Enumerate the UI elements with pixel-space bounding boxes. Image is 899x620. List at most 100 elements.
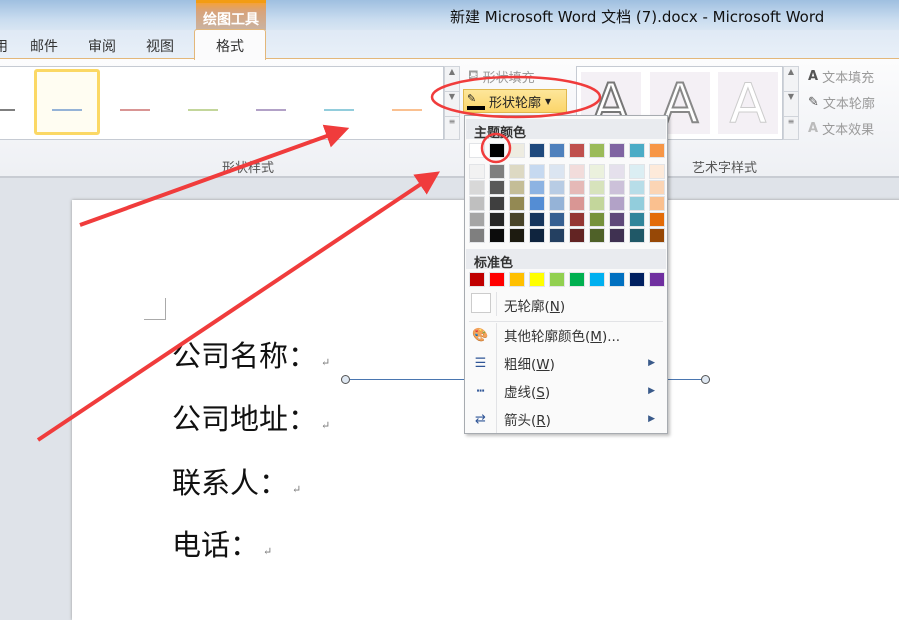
theme-shade-swatch[interactable]: [629, 212, 645, 227]
wordart-more[interactable]: ≡: [783, 116, 799, 140]
theme-shade-swatch[interactable]: [609, 196, 625, 211]
line-handle-start[interactable]: [341, 375, 350, 384]
theme-shade-swatch[interactable]: [649, 196, 665, 211]
theme-shade-swatch[interactable]: [649, 180, 665, 195]
theme-shade-swatch[interactable]: [549, 196, 565, 211]
shape-style-line-7[interactable]: [392, 109, 422, 111]
theme-shade-swatch[interactable]: [589, 212, 605, 227]
more-outline-colors-item[interactable]: 🎨 其他轮廓颜色(M)...: [465, 322, 667, 348]
shape-style-line-4[interactable]: [188, 109, 218, 111]
theme-color-swatch[interactable]: [509, 143, 525, 158]
gallery-scroll-down[interactable]: ▼: [444, 91, 460, 117]
theme-shade-swatch[interactable]: [469, 180, 485, 195]
standard-color-swatch[interactable]: [469, 272, 485, 287]
theme-color-swatch[interactable]: [529, 143, 545, 158]
theme-shade-swatch[interactable]: [609, 212, 625, 227]
wordart-scroll-up[interactable]: ▲: [783, 66, 799, 92]
theme-shade-swatch[interactable]: [649, 228, 665, 243]
standard-color-swatch[interactable]: [529, 272, 545, 287]
theme-shade-swatch[interactable]: [649, 164, 665, 179]
theme-shade-swatch[interactable]: [509, 180, 525, 195]
shape-style-line-5[interactable]: [256, 109, 286, 111]
theme-shade-swatch[interactable]: [549, 180, 565, 195]
theme-shade-swatch[interactable]: [529, 228, 545, 243]
theme-shade-swatch[interactable]: [549, 164, 565, 179]
text-effects-button[interactable]: A 文本效果: [808, 119, 874, 138]
theme-color-swatch[interactable]: [469, 143, 485, 158]
theme-shade-swatch[interactable]: [469, 196, 485, 211]
theme-shade-swatch[interactable]: [469, 164, 485, 179]
theme-shade-swatch[interactable]: [489, 164, 505, 179]
tab-format[interactable]: 格式: [194, 29, 266, 60]
standard-color-swatch[interactable]: [649, 272, 665, 287]
theme-shade-swatch[interactable]: [529, 164, 545, 179]
theme-shade-swatch[interactable]: [469, 212, 485, 227]
theme-color-swatch[interactable]: [629, 143, 645, 158]
theme-shade-swatch[interactable]: [629, 228, 645, 243]
theme-shade-swatch[interactable]: [489, 196, 505, 211]
theme-shade-swatch[interactable]: [529, 180, 545, 195]
line-handle-end[interactable]: [701, 375, 710, 384]
theme-shade-swatch[interactable]: [629, 180, 645, 195]
theme-shade-swatch[interactable]: [589, 196, 605, 211]
theme-color-swatch[interactable]: [569, 143, 585, 158]
standard-color-swatch[interactable]: [489, 272, 505, 287]
theme-shade-swatch[interactable]: [469, 228, 485, 243]
theme-shade-swatch[interactable]: [489, 212, 505, 227]
theme-shade-swatch[interactable]: [489, 228, 505, 243]
gallery-scroll-up[interactable]: ▲: [444, 66, 460, 92]
theme-shade-swatch[interactable]: [589, 180, 605, 195]
theme-color-swatch[interactable]: [489, 143, 505, 158]
theme-shade-swatch[interactable]: [509, 228, 525, 243]
theme-shade-swatch[interactable]: [569, 180, 585, 195]
text-outline-button[interactable]: ✎ 文本轮廓: [808, 93, 875, 112]
no-outline-item[interactable]: 无轮廓(N): [465, 292, 667, 318]
theme-color-swatch[interactable]: [649, 143, 665, 158]
shape-fill-button[interactable]: ⛾ 形状填充: [468, 67, 535, 86]
theme-shade-swatch[interactable]: [569, 164, 585, 179]
standard-color-swatch[interactable]: [629, 272, 645, 287]
theme-shade-swatch[interactable]: [649, 212, 665, 227]
standard-color-swatch[interactable]: [509, 272, 525, 287]
theme-shade-swatch[interactable]: [609, 164, 625, 179]
theme-shade-swatch[interactable]: [509, 212, 525, 227]
gallery-more[interactable]: ≡: [444, 116, 460, 140]
theme-shade-swatch[interactable]: [509, 196, 525, 211]
theme-shade-swatch[interactable]: [609, 180, 625, 195]
standard-color-swatch[interactable]: [569, 272, 585, 287]
selected-style-highlight[interactable]: [34, 69, 100, 135]
standard-color-swatch[interactable]: [589, 272, 605, 287]
text-fill-button[interactable]: A 文本填充: [808, 67, 874, 86]
standard-color-swatch[interactable]: [549, 272, 565, 287]
tab-mailings[interactable]: 邮件: [30, 36, 58, 56]
theme-color-swatch[interactable]: [609, 143, 625, 158]
weight-item[interactable]: ☰ 粗细(W) ▶: [465, 350, 667, 376]
shape-style-line-6[interactable]: [324, 109, 354, 111]
theme-shade-swatch[interactable]: [569, 212, 585, 227]
wordart-style-3[interactable]: A: [718, 72, 778, 136]
theme-shade-swatch[interactable]: [629, 196, 645, 211]
shape-style-line-2[interactable]: [52, 109, 82, 111]
dashes-item[interactable]: ┅ 虚线(S) ▶: [465, 378, 667, 404]
tab-partial[interactable]: 用: [0, 36, 8, 56]
shape-style-line-3[interactable]: [120, 109, 150, 111]
theme-color-swatch[interactable]: [589, 143, 605, 158]
tab-view[interactable]: 视图: [146, 36, 174, 56]
theme-shade-swatch[interactable]: [609, 228, 625, 243]
shape-style-line-1[interactable]: [0, 109, 15, 111]
standard-color-swatch[interactable]: [609, 272, 625, 287]
tab-review[interactable]: 审阅: [88, 36, 116, 56]
theme-shade-swatch[interactable]: [549, 228, 565, 243]
theme-shade-swatch[interactable]: [569, 196, 585, 211]
theme-shade-swatch[interactable]: [589, 228, 605, 243]
theme-shade-swatch[interactable]: [529, 196, 545, 211]
theme-shade-swatch[interactable]: [489, 180, 505, 195]
wordart-scroll-down[interactable]: ▼: [783, 91, 799, 117]
theme-shade-swatch[interactable]: [509, 164, 525, 179]
theme-shade-swatch[interactable]: [529, 212, 545, 227]
theme-color-swatch[interactable]: [549, 143, 565, 158]
theme-shade-swatch[interactable]: [569, 228, 585, 243]
theme-shade-swatch[interactable]: [549, 212, 565, 227]
shape-outline-button[interactable]: ✎ 形状轮廓 ▼: [463, 89, 567, 113]
theme-shade-swatch[interactable]: [589, 164, 605, 179]
